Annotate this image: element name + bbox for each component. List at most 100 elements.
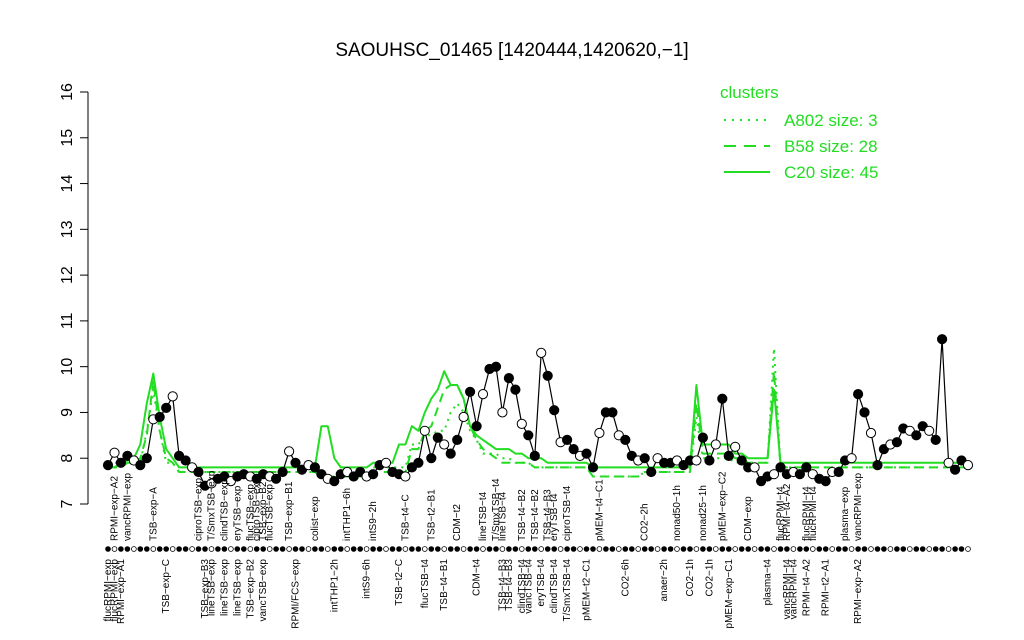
rug-marker xyxy=(396,546,402,552)
data-point xyxy=(950,464,961,475)
data-point xyxy=(872,460,883,471)
data-point xyxy=(167,391,178,402)
rug-marker xyxy=(208,546,215,552)
rug-marker xyxy=(460,546,467,552)
x-label-bottom: flucTSB−t4 xyxy=(420,559,431,609)
rug-marker xyxy=(745,546,751,552)
data-point xyxy=(924,425,935,436)
rug-marker xyxy=(299,546,305,552)
rug-marker xyxy=(881,546,887,552)
rug-marker xyxy=(855,546,861,552)
x-label-top: plasma−exp xyxy=(840,486,851,541)
rug-marker xyxy=(409,546,415,552)
x-label-bottom: RPMI−t4−A2 xyxy=(801,559,812,617)
x-label-bottom: TSB−t4−B3 xyxy=(504,559,515,611)
rug-marker xyxy=(590,546,596,552)
rug-marker xyxy=(654,546,661,552)
y-tick-label-9: 9 xyxy=(59,408,76,417)
data-point xyxy=(704,455,715,466)
data-point xyxy=(161,402,172,413)
rug-marker xyxy=(144,546,150,552)
x-label-bottom: TSB−t2−C xyxy=(394,559,405,606)
data-point xyxy=(962,460,974,471)
rug-marker xyxy=(292,546,299,552)
data-point xyxy=(141,453,152,464)
rug-marker xyxy=(648,546,654,552)
y-tick-label-13: 13 xyxy=(59,220,76,238)
rug-marker xyxy=(241,546,247,552)
x-label-top: CO2−2h xyxy=(640,503,651,541)
rug-marker xyxy=(156,546,163,552)
data-point xyxy=(380,457,392,468)
x-label-bottom: vancTSB−t4 xyxy=(523,559,534,614)
x-label-top: eryTSB−t4 xyxy=(549,493,560,541)
rug-marker xyxy=(939,546,945,552)
sample-rug xyxy=(105,546,971,552)
x-label-bottom: CO2−1h xyxy=(704,559,715,597)
y-tick-label-15: 15 xyxy=(59,129,76,147)
rug-marker xyxy=(370,546,376,552)
rug-marker xyxy=(215,546,221,552)
rug-marker xyxy=(693,546,700,552)
data-point xyxy=(471,421,482,432)
x-label-bottom: intS9−6h xyxy=(362,559,373,599)
rug-marker xyxy=(324,546,331,552)
x-label-top: TSB−t2−B1 xyxy=(426,489,437,541)
data-point xyxy=(193,466,204,478)
rug-marker xyxy=(376,546,383,552)
rug-marker xyxy=(797,546,803,552)
rug-marker xyxy=(163,546,170,552)
data-point xyxy=(490,361,502,372)
data-point xyxy=(497,407,508,418)
series-line-dashed xyxy=(108,370,968,478)
x-label-bottom: RPMI−t2−A1 xyxy=(821,559,832,617)
rug-marker xyxy=(777,546,784,552)
data-point xyxy=(458,411,469,423)
rug-marker xyxy=(732,546,738,552)
x-label-top: ciproTSB−t4 xyxy=(562,485,573,541)
rug-marker xyxy=(635,546,641,552)
x-label-bottom: lineTSB−exp xyxy=(207,559,218,616)
data-point xyxy=(516,418,527,429)
y-tick-label-14: 14 xyxy=(59,175,76,193)
rug-marker xyxy=(945,546,952,552)
x-label-top: eryTSB−exp xyxy=(232,485,243,541)
x-label-top: CDM−exp xyxy=(743,496,754,541)
data-point xyxy=(937,334,948,345)
rug-marker xyxy=(842,546,848,552)
rug-marker xyxy=(331,546,338,552)
x-label-top: vancRPMI−exp xyxy=(122,472,133,541)
x-label-top: pMEM−t4−C1 xyxy=(594,479,605,541)
x-label-bottom: lineTSB−exp xyxy=(219,559,230,616)
data-point xyxy=(697,432,709,443)
x-label-top: TSB−exp−A xyxy=(148,487,159,541)
rug-marker xyxy=(861,546,868,552)
data-point xyxy=(723,450,734,461)
rug-marker xyxy=(900,546,907,552)
rug-marker xyxy=(176,546,182,552)
rug-marker xyxy=(441,546,448,552)
data-point xyxy=(413,457,424,468)
rug-marker xyxy=(952,546,958,552)
rug-marker xyxy=(512,546,519,552)
x-label-bottom: clindTSB−t4 xyxy=(549,559,560,614)
data-point xyxy=(730,441,741,452)
data-point xyxy=(639,453,650,464)
rug-marker xyxy=(318,546,325,552)
y-tick-label-10: 10 xyxy=(59,358,76,376)
x-label-top: lineTSB−t4 xyxy=(497,491,508,541)
data-point xyxy=(710,439,721,450)
rug-marker xyxy=(894,546,900,552)
data-point xyxy=(477,389,489,400)
data-point xyxy=(594,427,605,439)
rug-marker xyxy=(518,546,525,552)
rug-marker xyxy=(906,546,913,552)
rug-marker xyxy=(124,546,131,552)
rug-marker xyxy=(816,546,823,552)
x-label-top: colist−exp xyxy=(310,496,321,541)
data-point xyxy=(562,434,573,445)
data-point xyxy=(846,453,857,464)
x-label-top: nonad50−1h xyxy=(672,485,683,541)
y-tick-label-16: 16 xyxy=(59,83,76,101)
y-axis: 7 8 9 10 11 12 13 14 15 16 xyxy=(59,83,89,508)
